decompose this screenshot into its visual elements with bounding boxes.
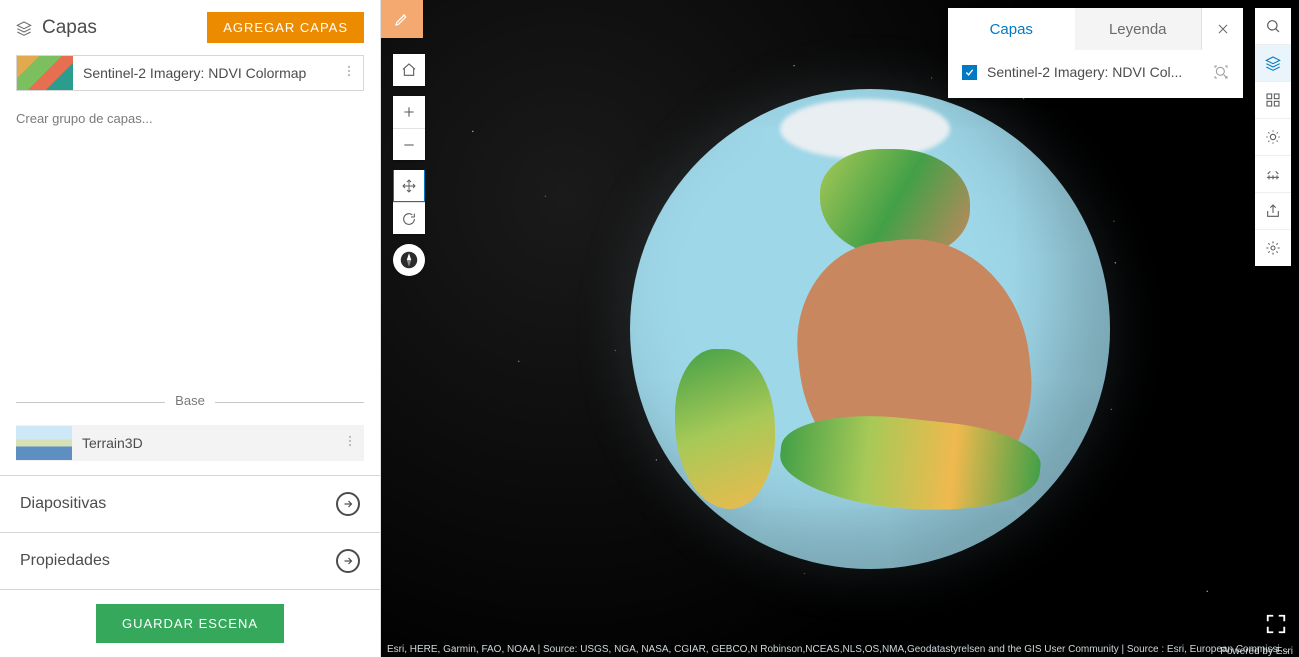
basemap-gallery-button[interactable] xyxy=(1255,82,1291,118)
attribution-text: Esri, HERE, Garmin, FAO, NOAA | Source: … xyxy=(381,642,1299,657)
fullscreen-button[interactable] xyxy=(1265,613,1287,635)
layer-thumbnail xyxy=(17,56,73,90)
base-divider-label: Base xyxy=(165,393,215,408)
basemap-thumbnail xyxy=(16,426,72,460)
save-bar: GUARDAR ESCENA xyxy=(0,589,380,657)
right-rail xyxy=(1255,8,1291,266)
accordion-properties-label: Propiedades xyxy=(20,552,110,570)
edit-sketch-button[interactable] xyxy=(381,0,423,38)
pan-button[interactable] xyxy=(393,170,425,202)
arrow-right-icon xyxy=(336,492,360,516)
layer-options-button[interactable] xyxy=(335,64,363,83)
arrow-right-icon xyxy=(336,549,360,573)
rotate-button[interactable] xyxy=(393,202,425,234)
layers-legend-panel: Capas Leyenda Sentinel-2 Imagery: NDVI C… xyxy=(948,8,1243,98)
accordion-properties[interactable]: Propiedades xyxy=(0,532,380,589)
globe-region xyxy=(675,349,775,509)
settings-button[interactable] xyxy=(1255,230,1291,266)
tab-leyenda[interactable]: Leyenda xyxy=(1075,8,1202,50)
panel-layer-label: Sentinel-2 Imagery: NDVI Col... xyxy=(987,64,1203,80)
zoom-out-button[interactable] xyxy=(393,128,425,160)
layer-row-sentinel2[interactable]: Sentinel-2 Imagery: NDVI Colormap xyxy=(16,55,364,91)
search-button[interactable] xyxy=(1255,8,1291,44)
basemap-name-label: Terrain3D xyxy=(72,435,336,451)
tab-capas[interactable]: Capas xyxy=(948,8,1075,50)
basemap-options-button[interactable] xyxy=(336,434,364,453)
base-divider: Base xyxy=(16,402,364,421)
close-panel-button[interactable] xyxy=(1201,8,1243,50)
left-panel: Capas AGREGAR CAPAS Sentinel-2 Imagery: … xyxy=(0,0,381,657)
left-panel-title: Capas xyxy=(42,17,97,39)
panel-layer-row[interactable]: Sentinel-2 Imagery: NDVI Col... xyxy=(962,64,1229,80)
accordion-slides[interactable]: Diapositivas xyxy=(0,475,380,532)
measure-button[interactable] xyxy=(1255,156,1291,192)
daylight-button[interactable] xyxy=(1255,119,1291,155)
zoom-to-layer-button[interactable] xyxy=(1213,64,1229,80)
layer-name-label: Sentinel-2 Imagery: NDVI Colormap xyxy=(73,65,335,81)
powered-by-text: Powered by Esri xyxy=(1220,646,1293,657)
layers-icon xyxy=(16,20,32,36)
save-scene-button[interactable]: GUARDAR ESCENA xyxy=(96,604,284,643)
scene-view[interactable]: Capas Leyenda Sentinel-2 Imagery: NDVI C… xyxy=(381,0,1299,657)
share-button[interactable] xyxy=(1255,193,1291,229)
left-panel-header: Capas AGREGAR CAPAS xyxy=(0,0,380,55)
create-layer-group-link[interactable]: Crear grupo de capas... xyxy=(16,111,364,126)
map-toolbar xyxy=(393,54,425,276)
home-button[interactable] xyxy=(393,54,425,86)
accordion-slides-label: Diapositivas xyxy=(20,495,106,513)
add-layers-button[interactable]: AGREGAR CAPAS xyxy=(207,12,364,43)
basemap-row[interactable]: Terrain3D xyxy=(16,425,364,461)
layer-visibility-checkbox[interactable] xyxy=(962,65,977,80)
layers-rail-button[interactable] xyxy=(1255,45,1291,81)
zoom-in-button[interactable] xyxy=(393,96,425,128)
compass-button[interactable] xyxy=(393,244,425,276)
globe[interactable] xyxy=(630,89,1110,569)
